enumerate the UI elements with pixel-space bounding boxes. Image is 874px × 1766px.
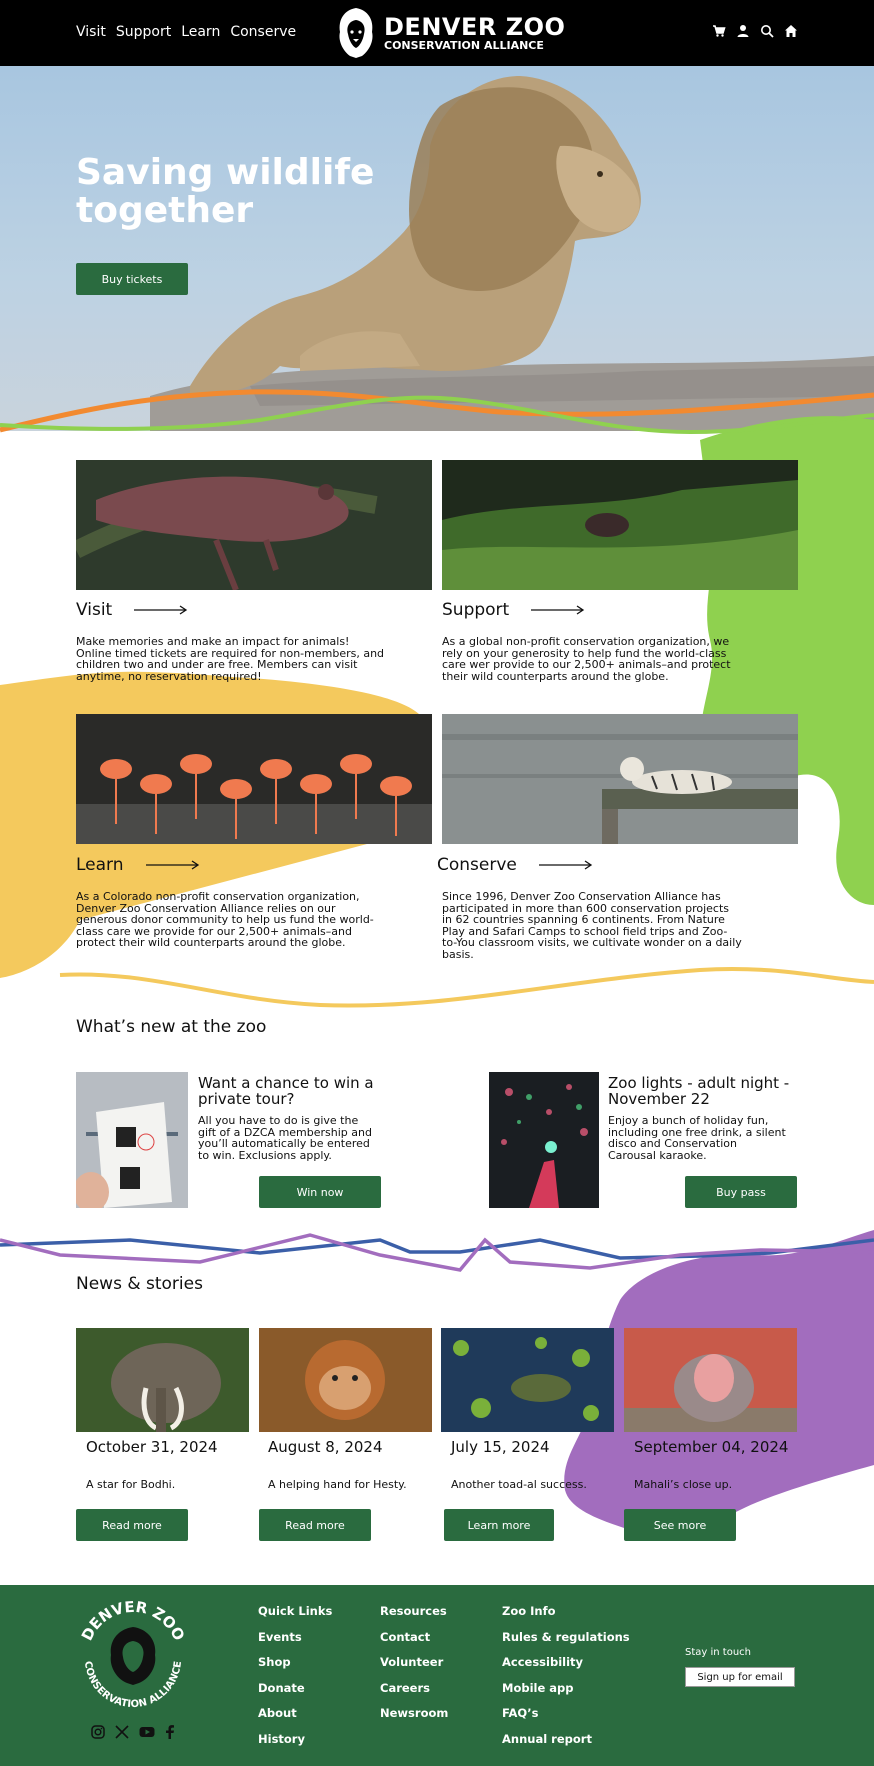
- main-nav: Visit Support Learn Conserve: [76, 24, 296, 40]
- nav-learn[interactable]: Learn: [181, 24, 220, 40]
- arrow-right-icon: [538, 860, 593, 870]
- news1-read-more-button[interactable]: Read more: [76, 1509, 188, 1541]
- news4-see-more-button[interactable]: See more: [624, 1509, 736, 1541]
- news3-date: July 15, 2024: [451, 1438, 550, 1456]
- user-icon[interactable]: [736, 24, 750, 38]
- toad-image: [441, 1328, 614, 1432]
- arrow-right-icon: [134, 605, 188, 615]
- cart-icon[interactable]: [712, 24, 726, 38]
- card-learn-title[interactable]: Learn: [76, 855, 200, 875]
- footer-col-zoo-info: Zoo Info Rules & regulations Accessibili…: [502, 1603, 630, 1747]
- card-support-text: As a global non-profit conservation orga…: [442, 635, 731, 683]
- footer-link-shop[interactable]: Shop: [258, 1654, 332, 1671]
- footer-logo[interactable]: DENVER ZOO CONSERVATION ALLIANCE: [73, 1597, 193, 1717]
- footer-link-rules[interactable]: Rules & regulations: [502, 1629, 630, 1646]
- footer-link-history[interactable]: History: [258, 1731, 332, 1748]
- lion-hero-image: [150, 76, 874, 431]
- social-links: [91, 1725, 175, 1739]
- news2-read-more-button[interactable]: Read more: [259, 1509, 371, 1541]
- site-logo[interactable]: DENVER ZOO CONSERVATION ALLIANCE: [334, 6, 565, 60]
- footer-link-annual-report[interactable]: Annual report: [502, 1731, 630, 1748]
- footer-link-volunteer[interactable]: Volunteer: [380, 1654, 448, 1671]
- zoo-lights-image: [489, 1072, 599, 1208]
- card-conserve-title[interactable]: Conserve: [437, 855, 593, 875]
- event1-title: Want a chance to win a private tour?: [198, 1074, 374, 1108]
- event2-text: Enjoy a bunch of holiday fun, including …: [608, 1114, 786, 1162]
- stay-in-touch-label: Stay in touch: [685, 1647, 752, 1658]
- whats-new-heading: What’s new at the zoo: [76, 1017, 267, 1037]
- news4-date: September 04, 2024: [634, 1438, 789, 1456]
- footer-link-newsroom[interactable]: Newsroom: [380, 1705, 448, 1722]
- footer-link-accessibility[interactable]: Accessibility: [502, 1654, 630, 1671]
- footer-link-contact[interactable]: Contact: [380, 1629, 448, 1646]
- footer-link-careers[interactable]: Careers: [380, 1680, 448, 1697]
- arrow-right-icon: [145, 860, 199, 870]
- news2-text: A helping hand for Hesty.: [268, 1478, 407, 1491]
- chameleon-image: [76, 460, 432, 590]
- footer-link-mobile-app[interactable]: Mobile app: [502, 1680, 630, 1697]
- footer-link-events[interactable]: Events: [258, 1629, 332, 1646]
- arrow-right-icon: [531, 605, 585, 615]
- site-footer: DENVER ZOO CONSERVATION ALLIANCE Quick L…: [0, 1585, 874, 1766]
- logo-title: DENVER ZOO: [384, 12, 566, 41]
- card-visit-title[interactable]: Visit: [76, 600, 188, 620]
- footer-link-quick-links[interactable]: Quick Links: [258, 1603, 332, 1620]
- orangutan-image: [259, 1328, 432, 1432]
- footer-link-resources[interactable]: Resources: [380, 1603, 448, 1620]
- lion-logo-icon: [339, 8, 373, 58]
- card-support-title[interactable]: Support: [442, 600, 585, 620]
- card-visit-text: Make memories and make an impact for ani…: [76, 635, 385, 683]
- buy-tickets-button[interactable]: Buy tickets: [76, 263, 188, 295]
- card-learn-text: As a Colorado non-profit conservation or…: [76, 890, 374, 949]
- event1-text: All you have to do is give the gift of a…: [198, 1114, 372, 1162]
- news4-text: Mahali’s close up.: [634, 1478, 733, 1491]
- win-now-button[interactable]: Win now: [259, 1176, 381, 1208]
- logo-subtitle: CONSERVATION ALLIANCE: [384, 38, 544, 52]
- news3-learn-more-button[interactable]: Learn more: [444, 1509, 554, 1541]
- hero-title: Saving wildlife together: [76, 152, 375, 231]
- news3-text: Another toad-al success.: [451, 1478, 587, 1491]
- card-conserve-label: Conserve: [437, 855, 517, 875]
- nav-visit[interactable]: Visit: [76, 24, 106, 40]
- hippo-image: [624, 1328, 797, 1432]
- card-conserve-text: Since 1996, Denver Zoo Conservation Alli…: [442, 890, 742, 961]
- nav-support[interactable]: Support: [116, 24, 171, 40]
- news-heading: News & stories: [76, 1274, 203, 1294]
- email-signup-button[interactable]: Sign up for email: [685, 1667, 795, 1687]
- search-icon[interactable]: [760, 24, 774, 38]
- news1-text: A star for Bodhi.: [86, 1478, 176, 1491]
- instagram-icon[interactable]: [91, 1725, 105, 1739]
- footer-col-quick-links: Quick Links Events Shop Donate About His…: [258, 1603, 332, 1747]
- footer-link-faqs[interactable]: FAQ’s: [502, 1705, 630, 1722]
- footer-link-about[interactable]: About: [258, 1705, 332, 1722]
- flamingos-image: [76, 714, 432, 844]
- youtube-icon[interactable]: [139, 1725, 155, 1739]
- buy-pass-button[interactable]: Buy pass: [685, 1176, 797, 1208]
- news1-date: October 31, 2024: [86, 1438, 218, 1456]
- card-support-label: Support: [442, 600, 510, 620]
- event2-title: Zoo lights - adult night - November 22: [608, 1074, 790, 1108]
- hero-banner: Saving wildlife together Buy tickets: [0, 66, 874, 431]
- frog-moss-image: [442, 460, 798, 590]
- ticket-image: [76, 1072, 188, 1208]
- footer-link-donate[interactable]: Donate: [258, 1680, 332, 1697]
- footer-link-zoo-info[interactable]: Zoo Info: [502, 1603, 630, 1620]
- site-header: Visit Support Learn Conserve DENVER ZOO …: [0, 0, 874, 66]
- tiger-image: [442, 714, 798, 844]
- elephant-image: [76, 1328, 249, 1432]
- footer-col-resources: Resources Contact Volunteer Careers News…: [380, 1603, 448, 1722]
- news2-date: August 8, 2024: [268, 1438, 383, 1456]
- home-icon[interactable]: [784, 24, 798, 38]
- card-visit-label: Visit: [76, 600, 113, 620]
- x-icon[interactable]: [115, 1725, 129, 1739]
- header-icons: [712, 24, 798, 38]
- nav-conserve[interactable]: Conserve: [230, 24, 296, 40]
- facebook-icon[interactable]: [165, 1725, 175, 1739]
- card-learn-label: Learn: [76, 855, 124, 875]
